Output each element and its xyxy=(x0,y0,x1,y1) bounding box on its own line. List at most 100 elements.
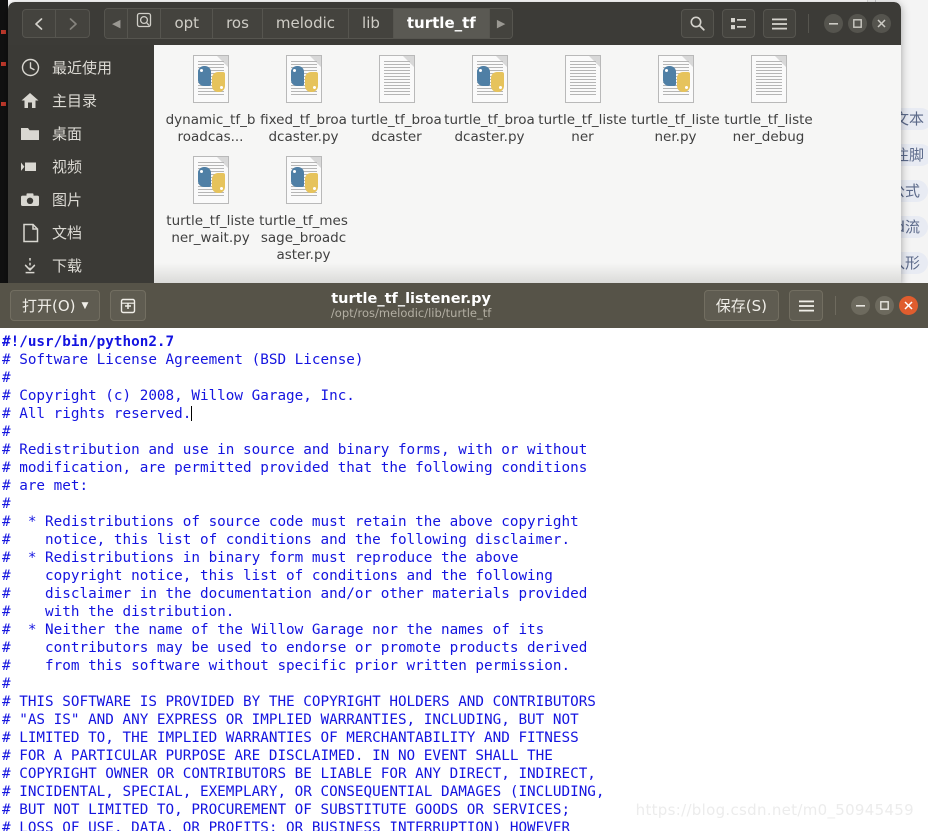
code-line: # LOSS OF USE, DATA, OR PROFITS; OR BUSI… xyxy=(2,820,571,831)
python-file-icon xyxy=(280,152,328,210)
page-title: turtle_tf_listener.py xyxy=(331,290,491,307)
breadcrumb-root[interactable] xyxy=(128,9,162,38)
minimize-button[interactable] xyxy=(851,296,870,315)
close-button[interactable] xyxy=(872,14,891,33)
close-button[interactable] xyxy=(899,296,918,315)
breadcrumb-item-lib[interactable]: lib xyxy=(349,9,394,38)
code-line: # are met: xyxy=(2,478,89,494)
open-file-label: 打开(O) xyxy=(22,297,76,315)
file-label: fixed_tf_broadcaster.py xyxy=(260,112,347,145)
code-line: # contributors may be used to endorse or… xyxy=(2,640,588,656)
list-view-icon xyxy=(731,18,746,30)
code-line-text: # All rights reserved. xyxy=(2,406,192,422)
file-item[interactable]: fixed_tf_broadcaster.py xyxy=(257,51,350,146)
forward-button[interactable] xyxy=(56,9,90,38)
open-file-button[interactable]: 打开(O) ▼ xyxy=(10,290,101,321)
video-icon xyxy=(8,159,52,174)
code-line: # Software License Agreement (BSD Licens… xyxy=(2,352,364,368)
minimize-icon xyxy=(829,22,838,25)
sidebar-item-label: 图片 xyxy=(52,191,83,209)
breadcrumb-scroll-left[interactable]: ◀ xyxy=(105,9,129,38)
file-label: turtle_tf_listener xyxy=(538,112,627,145)
code-line: # disclaimer in the documentation and/or… xyxy=(2,586,588,602)
breadcrumb-item-turtle-tf[interactable]: turtle_tf xyxy=(393,9,490,38)
file-item[interactable]: turtle_tf_listener.py xyxy=(629,51,722,146)
code-text-area[interactable]: #!/usr/bin/python2.7 # Software License … xyxy=(0,328,928,831)
file-manager-actions xyxy=(673,9,891,38)
search-button[interactable] xyxy=(681,9,714,38)
file-item[interactable]: turtle_tf_broadcaster.py xyxy=(443,51,536,146)
breadcrumb-item-opt[interactable]: opt xyxy=(161,9,214,38)
chevron-right-icon xyxy=(69,17,77,30)
main-menu-button[interactable] xyxy=(763,9,796,38)
sidebar-item-recent[interactable]: 最近使用 xyxy=(8,51,154,84)
file-item[interactable]: turtle_tf_listener xyxy=(536,51,629,146)
python-file-icon xyxy=(652,51,700,109)
sidebar-item-documents[interactable]: 文档 xyxy=(8,216,154,249)
maximize-button[interactable] xyxy=(875,296,894,315)
file-item[interactable]: turtle_tf_listener_wait.py xyxy=(164,152,257,264)
breadcrumb-scroll-right[interactable]: ▶ xyxy=(489,9,513,38)
hamburger-menu-icon xyxy=(798,300,814,311)
sidebar-item-desktop[interactable]: 桌面 xyxy=(8,117,154,150)
sidebar-item-videos[interactable]: 视频 xyxy=(8,150,154,183)
file-label: turtle_tf_listener.py xyxy=(631,112,720,145)
red-marker xyxy=(1,62,6,66)
window-controls xyxy=(808,14,891,33)
maximize-button[interactable] xyxy=(848,14,867,33)
red-marker xyxy=(1,102,6,106)
code-line: # LIMITED TO, THE IMPLIED WARRANTIES OF … xyxy=(2,730,579,746)
code-line: # Redistribution and use in source and b… xyxy=(2,442,588,458)
code-line: # THIS SOFTWARE IS PROVIDED BY THE COPYR… xyxy=(2,694,596,710)
breadcrumb-item-melodic[interactable]: melodic xyxy=(262,9,350,38)
file-manager-window: ◀ opt ros melodic lib turtle_tf ▶ 最近使用 主… xyxy=(8,2,901,285)
code-line: # FOR A PARTICULAR PURPOSE ARE DISCLAIME… xyxy=(2,748,553,764)
code-line: # INCIDENTAL, SPECIAL, EXEMPLARY, OR CON… xyxy=(2,784,605,800)
file-item[interactable]: turtle_tf_listener_debug xyxy=(722,51,815,146)
breadcrumb-item-ros[interactable]: ros xyxy=(213,9,263,38)
file-item[interactable]: dynamic_tf_broadcas... xyxy=(164,51,257,146)
code-line: # "AS IS" AND ANY EXPRESS OR IMPLIED WAR… xyxy=(2,712,579,728)
python-file-icon xyxy=(187,152,235,210)
chevron-left-icon xyxy=(35,17,43,30)
sidebar-item-downloads[interactable]: 下载 xyxy=(8,249,154,282)
file-label: turtle_tf_listener_wait.py xyxy=(166,213,255,246)
search-icon xyxy=(690,16,705,31)
code-line: # copyright notice, this list of conditi… xyxy=(2,568,553,584)
drive-icon xyxy=(137,12,152,28)
sidebar-item-pictures[interactable]: 图片 xyxy=(8,183,154,216)
code-line: # * Redistributions in binary form must … xyxy=(2,550,519,566)
sidebar-item-label: 最近使用 xyxy=(52,59,113,77)
code-line: # * Redistributions of source code must … xyxy=(2,514,579,530)
text-cursor xyxy=(191,406,193,421)
back-button[interactable] xyxy=(22,9,56,38)
python-file-icon xyxy=(187,51,235,109)
code-line: # with the distribution. xyxy=(2,604,235,620)
sidebar-item-home[interactable]: 主目录 xyxy=(8,84,154,117)
editor-window-controls xyxy=(835,296,918,315)
code-line: # xyxy=(2,424,11,440)
code-line: # notice, this list of conditions and th… xyxy=(2,532,571,548)
file-item[interactable]: turtle_tf_broadcaster xyxy=(350,51,443,146)
file-label: turtle_tf_broadcaster xyxy=(351,112,442,145)
document-icon xyxy=(8,223,52,243)
file-label: dynamic_tf_broadcas... xyxy=(165,112,256,145)
view-toggle-button[interactable] xyxy=(722,9,755,38)
hamburger-menu-icon xyxy=(772,18,787,29)
file-grid: dynamic_tf_broadcas... fixed_tf_broadcas… xyxy=(154,45,901,270)
chevron-down-icon: ▼ xyxy=(81,300,89,311)
save-button-label: 保存(S) xyxy=(715,297,767,315)
sidebar-item-label: 文档 xyxy=(52,224,83,242)
close-icon xyxy=(904,301,913,310)
code-line: # COPYRIGHT OWNER OR CONTRIBUTORS BE LIA… xyxy=(2,766,596,782)
save-button[interactable]: 保存(S) xyxy=(703,290,779,321)
editor-menu-button[interactable] xyxy=(789,290,823,321)
maximize-icon xyxy=(880,301,889,310)
file-item[interactable]: turtle_tf_message_broadcaster.py xyxy=(257,152,350,264)
file-manager-sidebar: 最近使用 主目录 桌面 视频 图片 文档 下载 xyxy=(8,45,154,285)
code-line: #!/usr/bin/python2.7 xyxy=(2,334,175,350)
sidebar-item-label: 视频 xyxy=(52,158,83,176)
content-bottom-shadow xyxy=(154,263,901,285)
minimize-button[interactable] xyxy=(824,14,843,33)
folder-icon xyxy=(8,125,52,142)
